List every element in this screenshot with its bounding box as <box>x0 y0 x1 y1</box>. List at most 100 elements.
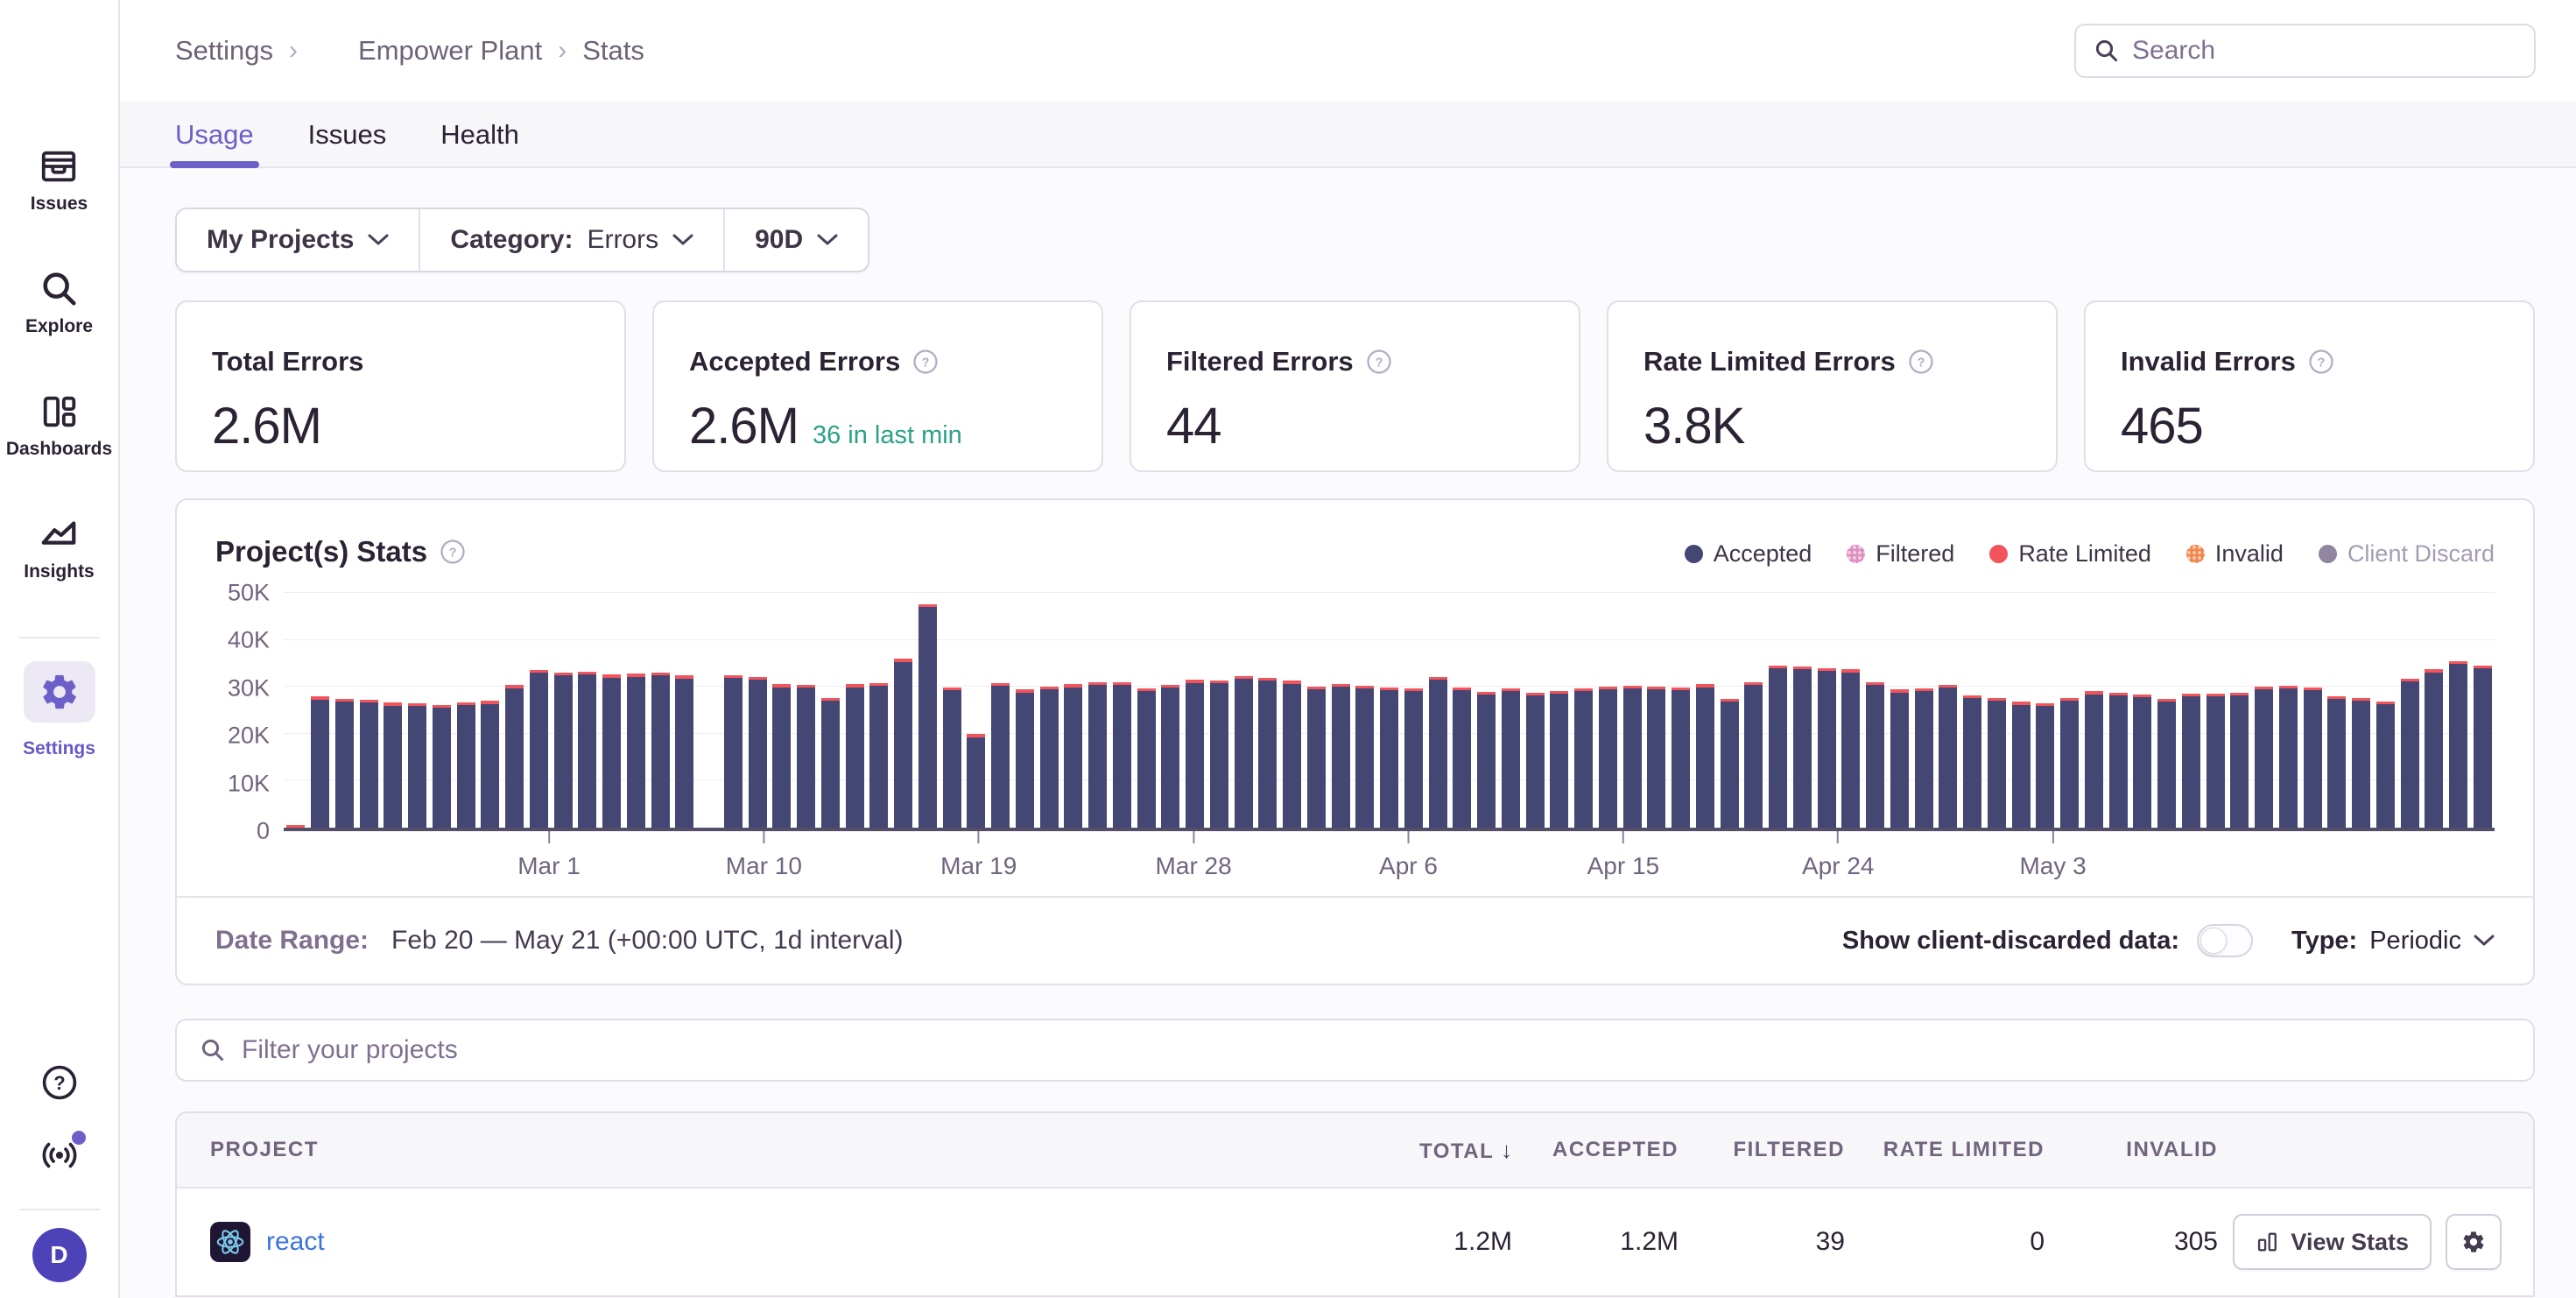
bar[interactable] <box>1088 682 1107 828</box>
bar[interactable] <box>1623 686 1642 828</box>
user-avatar[interactable]: D <box>32 1228 87 1282</box>
bar[interactable] <box>2133 695 2151 828</box>
bar[interactable] <box>1064 684 1082 828</box>
bar[interactable] <box>1721 699 1739 828</box>
bar[interactable] <box>627 674 645 828</box>
bar[interactable] <box>894 659 912 828</box>
bar[interactable] <box>1307 687 1326 828</box>
col-filtered[interactable]: FILTERED <box>1679 1138 1845 1162</box>
col-invalid[interactable]: INVALID <box>2045 1138 2218 1162</box>
bar[interactable] <box>675 675 693 828</box>
bar[interactable] <box>1550 691 1568 828</box>
type-dropdown[interactable]: Type: Periodic <box>2291 927 2495 956</box>
bar[interactable] <box>1016 689 1034 828</box>
bar[interactable] <box>2255 687 2273 828</box>
tab-usage[interactable]: Usage <box>175 119 254 166</box>
bar[interactable] <box>578 672 596 828</box>
bar[interactable] <box>602 674 621 828</box>
bar[interactable] <box>1574 688 1593 828</box>
bar[interactable] <box>433 705 451 828</box>
category-dropdown[interactable]: Category: Errors <box>419 209 723 271</box>
bar[interactable] <box>335 699 354 828</box>
org-logo-icon[interactable] <box>31 19 88 94</box>
info-icon[interactable]: ? <box>1366 349 1392 375</box>
bar[interactable] <box>1161 685 1179 828</box>
tab-health[interactable]: Health <box>440 119 519 166</box>
bar[interactable] <box>1113 682 1131 828</box>
bar[interactable] <box>1477 692 1496 828</box>
bar[interactable] <box>1355 686 1374 828</box>
bar[interactable] <box>2085 691 2103 828</box>
bar[interactable] <box>1915 688 1933 828</box>
bar[interactable] <box>1890 689 1909 828</box>
sidebar-item-insights[interactable]: Insights <box>24 514 95 582</box>
bar[interactable] <box>2060 698 2079 828</box>
bar[interactable] <box>286 825 305 828</box>
legend-item[interactable]: Invalid <box>2186 540 2284 568</box>
breadcrumb-settings[interactable]: Settings <box>175 35 273 67</box>
info-icon[interactable]: ? <box>2308 349 2334 375</box>
bar[interactable] <box>846 684 864 828</box>
bar[interactable] <box>2157 699 2176 828</box>
bar[interactable] <box>2206 694 2225 828</box>
bar[interactable] <box>1866 682 1884 828</box>
breadcrumb-org[interactable]: Empower Plant <box>313 32 542 70</box>
bar[interactable] <box>1672 688 1690 828</box>
tab-issues[interactable]: Issues <box>308 119 387 166</box>
bar[interactable] <box>1841 669 1860 828</box>
bar[interactable] <box>554 673 573 828</box>
bar[interactable] <box>1283 681 1301 828</box>
sidebar-item-issues[interactable]: Issues <box>31 146 88 215</box>
bar[interactable] <box>1040 687 1059 828</box>
bar[interactable] <box>918 604 937 828</box>
project-settings-button[interactable] <box>2446 1214 2502 1270</box>
bar[interactable] <box>2474 666 2492 829</box>
bar[interactable] <box>1744 682 1763 828</box>
bar[interactable] <box>2352 698 2370 828</box>
bar[interactable] <box>943 688 961 828</box>
bar[interactable] <box>408 703 426 828</box>
bar[interactable] <box>651 673 670 828</box>
bar[interactable] <box>481 701 499 828</box>
bar[interactable] <box>797 685 815 828</box>
bar[interactable] <box>2182 694 2200 828</box>
col-rate-limited[interactable]: RATE LIMITED <box>1845 1138 2045 1162</box>
bar[interactable] <box>991 683 1010 828</box>
project-filter[interactable] <box>175 1019 2535 1082</box>
bar[interactable] <box>869 683 888 828</box>
bar[interactable] <box>1332 684 1350 828</box>
bar[interactable] <box>2425 669 2443 828</box>
sidebar-item-settings[interactable]: Settings <box>23 661 95 759</box>
help-button[interactable]: ? <box>40 1063 79 1106</box>
bar[interactable] <box>360 700 378 828</box>
global-search[interactable] <box>2074 24 2536 78</box>
bar[interactable] <box>1258 678 1277 828</box>
bar[interactable] <box>2109 693 2128 828</box>
bar[interactable] <box>724 675 743 828</box>
bar[interactable] <box>1696 684 1714 828</box>
bar[interactable] <box>1939 685 1957 828</box>
bar[interactable] <box>1186 680 1204 828</box>
sidebar-item-dashboards[interactable]: Dashboards <box>6 392 112 460</box>
bar[interactable] <box>2230 693 2249 828</box>
bar[interactable] <box>1404 688 1423 828</box>
sidebar-item-explore[interactable]: Explore <box>25 269 93 337</box>
legend-item[interactable]: Client Discard <box>2319 540 2495 568</box>
bar[interactable] <box>384 702 402 828</box>
bar[interactable] <box>1429 677 1447 828</box>
info-icon[interactable]: ? <box>1908 349 1934 375</box>
bar[interactable] <box>1235 676 1253 828</box>
bar[interactable] <box>311 696 329 828</box>
bar[interactable] <box>1963 695 1981 828</box>
bar[interactable] <box>1380 688 1398 828</box>
bar[interactable] <box>967 734 985 828</box>
col-project[interactable]: PROJECT <box>177 1138 1298 1162</box>
bar[interactable] <box>772 684 791 828</box>
bar[interactable] <box>1453 688 1471 828</box>
bar[interactable] <box>2449 661 2467 828</box>
bar[interactable] <box>1818 668 1836 828</box>
client-discard-toggle[interactable] <box>2197 924 2253 957</box>
bar[interactable] <box>821 698 840 829</box>
bar[interactable] <box>1526 693 1545 828</box>
bar[interactable] <box>1793 667 1812 828</box>
